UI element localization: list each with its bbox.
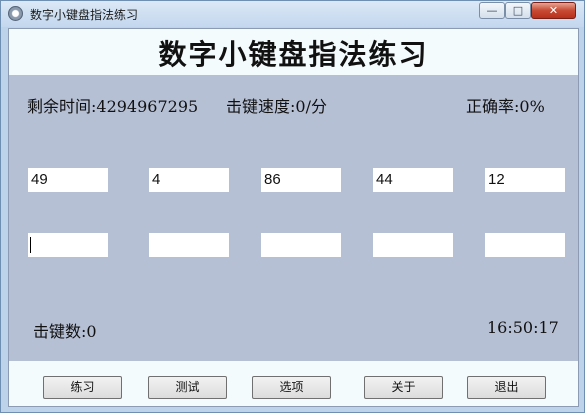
about-button[interactable]: 关于: [364, 376, 443, 399]
close-button[interactable]: ✕: [531, 2, 576, 19]
target-number-4: 44: [373, 168, 453, 192]
options-button[interactable]: 选项: [252, 376, 331, 399]
target-number-3: 86: [261, 168, 341, 192]
page-title: 数字小键盘指法练习: [158, 38, 429, 71]
app-window: 数字小键盘指法练习 — □ ✕ 数字小键盘指法练习 剩余时间:429496729…: [0, 0, 585, 413]
close-icon: ✕: [548, 4, 559, 17]
answer-input-1[interactable]: [28, 233, 108, 257]
target-number-5: 12: [485, 168, 565, 192]
maximize-icon: □: [512, 4, 524, 17]
target-number-2: 4: [149, 168, 229, 192]
minimize-icon: —: [486, 4, 498, 17]
answer-input-5[interactable]: [485, 233, 565, 257]
test-button[interactable]: 测试: [148, 376, 227, 399]
answer-input-3[interactable]: [261, 233, 341, 257]
remaining-time-label: 剩余时间:4294967295: [27, 97, 199, 116]
client-area: 数字小键盘指法练习 剩余时间:4294967295 击键速度:0/分 正确率:0…: [8, 28, 579, 407]
minimize-button[interactable]: —: [479, 2, 505, 19]
header-band: 数字小键盘指法练习: [9, 29, 578, 75]
maximize-button[interactable]: □: [505, 2, 531, 19]
window-title: 数字小键盘指法练习: [30, 8, 139, 22]
keystroke-count-label: 击键数:0: [33, 322, 97, 341]
clock-label: 16:50:17: [487, 318, 559, 337]
exit-button[interactable]: 退出: [467, 376, 546, 399]
text-cursor: [30, 237, 31, 253]
title-bar[interactable]: 数字小键盘指法练习 — □ ✕: [1, 1, 584, 27]
app-icon: [8, 6, 23, 21]
target-number-1: 49: [28, 168, 108, 192]
typing-speed-label: 击键速度:0/分: [226, 97, 327, 116]
answer-input-4[interactable]: [373, 233, 453, 257]
accuracy-label: 正确率:0%: [466, 97, 545, 116]
answer-input-2[interactable]: [149, 233, 229, 257]
practice-button[interactable]: 练习: [43, 376, 122, 399]
